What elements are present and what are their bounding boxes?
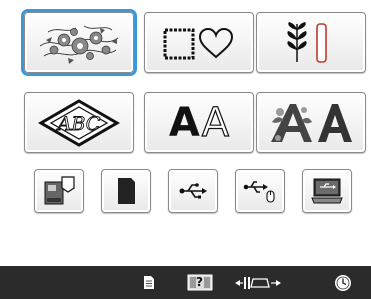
utility-stitch-icon [281, 20, 341, 66]
decorative-alphabet-button[interactable] [256, 92, 366, 153]
clock-icon [334, 274, 352, 292]
frame-size-button[interactable] [226, 266, 290, 299]
bottom-bar: ? [0, 266, 371, 299]
usb-mouse-icon [243, 179, 277, 203]
monogram-diamond-icon: ABC [37, 98, 121, 148]
help-text: ? [196, 275, 203, 289]
letter-outline: A [201, 99, 230, 146]
floral-embroidery-icon [34, 18, 124, 68]
computer-usb-icon [310, 177, 344, 205]
utility-stitch-button[interactable] [256, 12, 366, 73]
sd-card-button[interactable] [101, 169, 151, 213]
alphabet-letters-icon: A A [168, 99, 230, 146]
monogram-text: ABC [56, 113, 101, 135]
frame-shapes-icon [157, 23, 241, 63]
help-icon: ? [187, 274, 213, 291]
decorative-alphabet-icon [266, 98, 356, 148]
frame-shapes-button[interactable] [144, 12, 254, 73]
usb-icon [178, 182, 208, 200]
usb-mouse-button[interactable] [235, 169, 285, 213]
floral-embroidery-button[interactable] [24, 12, 134, 73]
frame-size-icon [234, 275, 282, 291]
letter-solid: A [168, 99, 200, 146]
clock-button[interactable] [326, 266, 360, 299]
sd-card-icon [115, 177, 137, 205]
alphabet-button[interactable]: A A [144, 92, 254, 153]
computer-usb-button[interactable] [302, 169, 352, 213]
usb-button[interactable] [168, 169, 218, 213]
embroidery-machine-memory-icon [42, 174, 76, 208]
help-button[interactable]: ? [182, 266, 218, 299]
machine-memory-button[interactable] [34, 169, 84, 213]
page-icon [143, 275, 155, 290]
monogram-button[interactable]: ABC [24, 92, 134, 153]
page-button[interactable] [131, 266, 167, 299]
